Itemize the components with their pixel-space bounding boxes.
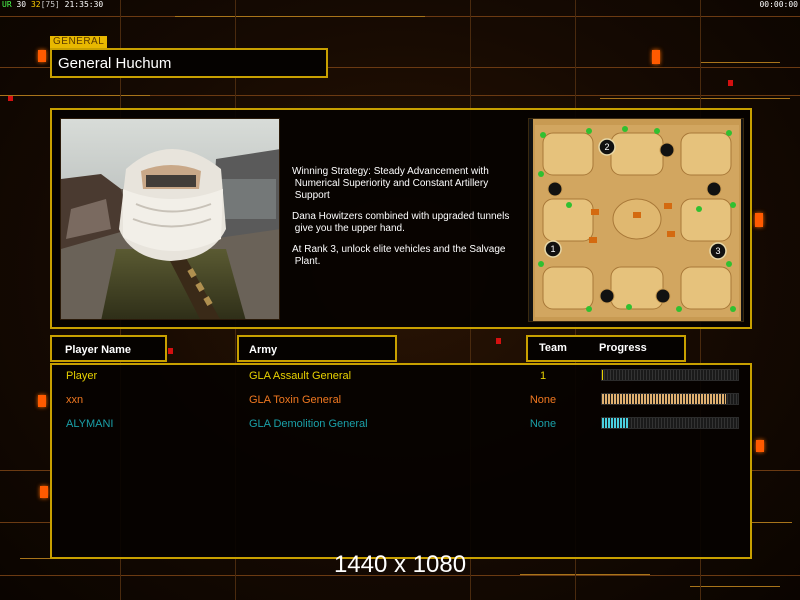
player-team: None bbox=[529, 418, 557, 430]
header-progress-label: Progress bbox=[599, 342, 647, 354]
general-strategy-text: Winning Strategy: Steady Advancement wit… bbox=[292, 166, 527, 277]
strategy-line-2: Dana Howitzers combined with upgraded tu… bbox=[292, 211, 510, 234]
player-army: GLA Demolition General bbox=[249, 418, 368, 430]
start-position-1: 1 bbox=[550, 244, 555, 254]
header-player-label: Player Name bbox=[65, 344, 132, 356]
general-name: General Huchum bbox=[58, 55, 172, 72]
header-army: Army bbox=[237, 335, 397, 362]
status-value-1: 30 bbox=[16, 0, 27, 9]
players-list: Player GLA Assault General 1 xxn GLA Tox… bbox=[50, 363, 752, 559]
strategy-line-1: Winning Strategy: Steady Advancement wit… bbox=[292, 166, 489, 201]
strategy-line-3: At Rank 3, unlock elite vehicles and the… bbox=[292, 244, 506, 267]
general-tag: GENERAL bbox=[50, 36, 108, 48]
status-value-2: 32 bbox=[30, 0, 41, 9]
player-row: xxn GLA Toxin General None bbox=[52, 391, 750, 413]
player-progress-fill bbox=[602, 394, 726, 404]
game-clock: 00:00:00 bbox=[759, 0, 798, 9]
general-title-box: General Huchum bbox=[50, 48, 328, 78]
start-position-2: 2 bbox=[604, 142, 609, 152]
player-progress-bar bbox=[601, 393, 739, 405]
status-value-3: [75] bbox=[40, 0, 60, 9]
header-team-label: Team bbox=[539, 342, 567, 354]
player-army: GLA Assault General bbox=[249, 370, 352, 382]
status-bar: UR 30 32[75] 21:35:30 bbox=[2, 0, 103, 9]
loading-screen: UR 30 32[75] 21:35:30 00:00:00 GENERAL G… bbox=[0, 0, 800, 600]
player-progress-bar bbox=[601, 417, 739, 429]
general-portrait bbox=[60, 118, 280, 320]
player-name: xxn bbox=[66, 394, 84, 406]
map-preview: 1 2 3 bbox=[528, 118, 744, 322]
header-player-name: Player Name bbox=[50, 335, 167, 362]
player-team: 1 bbox=[539, 370, 547, 382]
player-progress-fill bbox=[602, 418, 630, 428]
status-label: UR bbox=[2, 0, 12, 9]
resolution-overlay: 1440 x 1080 bbox=[333, 551, 467, 578]
status-time: 21:35:30 bbox=[64, 0, 104, 9]
player-row: Player GLA Assault General 1 bbox=[52, 367, 750, 389]
player-progress-bar bbox=[601, 369, 739, 381]
player-name: Player bbox=[66, 370, 98, 382]
player-row: ALYMANI GLA Demolition General None bbox=[52, 415, 750, 437]
player-progress-fill bbox=[602, 370, 604, 380]
header-team-progress: Team Progress bbox=[526, 335, 686, 362]
header-army-label: Army bbox=[249, 344, 278, 356]
player-team: None bbox=[529, 394, 557, 406]
general-info-panel: Winning Strategy: Steady Advancement wit… bbox=[50, 108, 752, 329]
start-position-3: 3 bbox=[715, 246, 720, 256]
player-army: GLA Toxin General bbox=[249, 394, 342, 406]
player-name: ALYMANI bbox=[66, 418, 114, 430]
